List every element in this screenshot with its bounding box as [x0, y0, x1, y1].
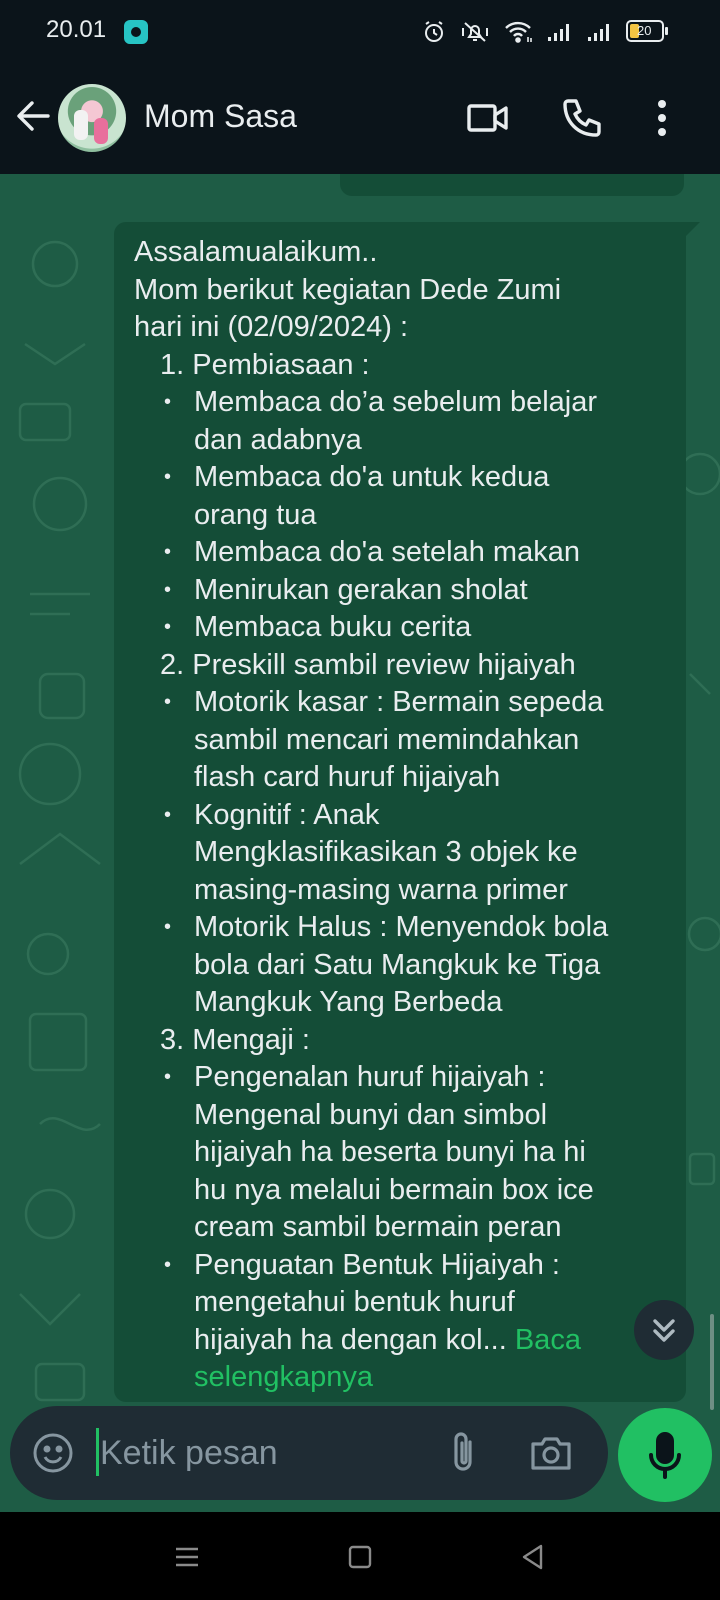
list-bullet-item: Kognitif : Anak — [134, 797, 668, 835]
wifi-icon — [505, 21, 532, 43]
list-numbered-item: 3. Mengaji : — [160, 1023, 310, 1056]
signal-icon — [548, 24, 569, 41]
emoji-icon[interactable] — [32, 1432, 74, 1474]
message-last-line-2: selengkapnya — [134, 1359, 668, 1397]
chat-area[interactable]: Assalamualaikum.. Mom berikut kegiatan De… — [0, 174, 720, 1512]
status-time: 20.01 — [46, 16, 107, 43]
voice-call-icon[interactable] — [560, 96, 604, 140]
list-bullet-item: Membaca do'a setelah makan — [134, 534, 668, 572]
message-line: Mengklasifikasikan 3 objek ke — [194, 836, 578, 868]
camera-icon[interactable] — [528, 1430, 574, 1476]
message-line: orang tua — [194, 498, 317, 531]
list-bullet-item: Motorik kasar : Bermain sepeda — [134, 684, 668, 722]
video-call-icon[interactable] — [466, 96, 510, 140]
message-line: Assalamualaikum.. — [134, 236, 378, 268]
status-icons — [422, 20, 612, 44]
list-bullet-item: Menirukan gerakan sholat — [134, 572, 668, 610]
back-nav-icon[interactable] — [516, 1540, 550, 1574]
avatar[interactable] — [58, 84, 126, 152]
message-line: dan adabnya — [194, 423, 362, 456]
list-bullet-item: Penguatan Bentuk Hijaiyah : — [134, 1247, 668, 1285]
read-more-link[interactable]: Baca — [515, 1324, 581, 1356]
message-line: Mangkuk Yang Berbeda — [194, 986, 503, 1018]
system-nav-bar — [0, 1512, 720, 1600]
battery-icon: 20 — [626, 20, 668, 42]
chat-header: Mom Sasa — [0, 62, 720, 174]
contact-name[interactable]: Mom Sasa — [144, 98, 297, 135]
message-input[interactable] — [100, 1430, 420, 1476]
status-bar: 20.01 20 — [0, 0, 720, 62]
message-composer — [10, 1406, 608, 1500]
signal-icon — [588, 24, 609, 41]
app-notification-icon — [124, 20, 148, 44]
more-vert-icon[interactable] — [650, 96, 674, 140]
message-line: hijaiyah ha beserta bunyi ha hi — [194, 1136, 586, 1168]
recent-apps-icon[interactable] — [170, 1540, 204, 1574]
message-line: hari ini (02/09/2024) : — [134, 311, 409, 343]
battery-percent: 20 — [637, 23, 652, 38]
message-line: cream sambil bermain peran — [194, 1211, 562, 1243]
scroll-to-bottom-button[interactable] — [634, 1300, 694, 1360]
message-bubble[interactable]: Assalamualaikum.. Mom berikut kegiatan De… — [114, 222, 686, 1402]
double-chevron-down-icon — [653, 1319, 675, 1342]
message-line: Mom berikut kegiatan Dede Zumi — [134, 273, 562, 306]
text-cursor — [96, 1428, 99, 1476]
message-line: bola dari Satu Mangkuk ke Tiga — [194, 948, 601, 981]
list-bullet-item: Motorik Halus : Menyendok bola — [134, 909, 668, 947]
message-line: masing-masing warna primer — [194, 873, 568, 906]
attach-icon[interactable] — [442, 1430, 486, 1476]
list-numbered-item: 2. Preskill sambil review hijaiyah — [160, 648, 576, 681]
list-bullet-item: Membaca buku cerita — [134, 609, 668, 647]
read-more-link-2[interactable]: selengkapnya — [194, 1361, 373, 1393]
message-text: Assalamualaikum.. Mom berikut kegiatan De… — [134, 234, 668, 1322]
list-numbered-item: 1. Pembiasaan : — [160, 348, 370, 381]
list-bullet-item: Membaca do’a sebelum belajar — [134, 384, 668, 422]
list-bullet-item: Pengenalan huruf hijaiyah : — [134, 1059, 668, 1097]
message-truncated-text: hijaiyah ha dengan kol... — [194, 1323, 515, 1356]
mic-icon — [649, 1432, 681, 1479]
message-line: sambil mencari memindahkan — [194, 723, 580, 756]
mic-button[interactable] — [618, 1408, 712, 1502]
bubble-tail — [684, 222, 700, 238]
scrollbar[interactable] — [710, 1314, 714, 1410]
message-last-line: hijaiyah ha dengan kol... Baca — [134, 1322, 668, 1360]
message-line: flash card huruf hijaiyah — [194, 761, 501, 793]
home-icon[interactable] — [343, 1540, 377, 1574]
mute-vibrate-icon — [462, 22, 488, 42]
previous-message-bubble[interactable] — [340, 174, 684, 196]
message-line: mengetahui bentuk huruf — [194, 1286, 515, 1318]
alarm-icon — [425, 21, 443, 42]
back-arrow-icon[interactable] — [14, 96, 54, 136]
message-line: Mengenal bunyi dan simbol — [194, 1098, 548, 1131]
message-line: hu nya melalui bermain box ice — [194, 1173, 594, 1206]
list-bullet-item: Membaca do'a untuk kedua — [134, 459, 668, 497]
